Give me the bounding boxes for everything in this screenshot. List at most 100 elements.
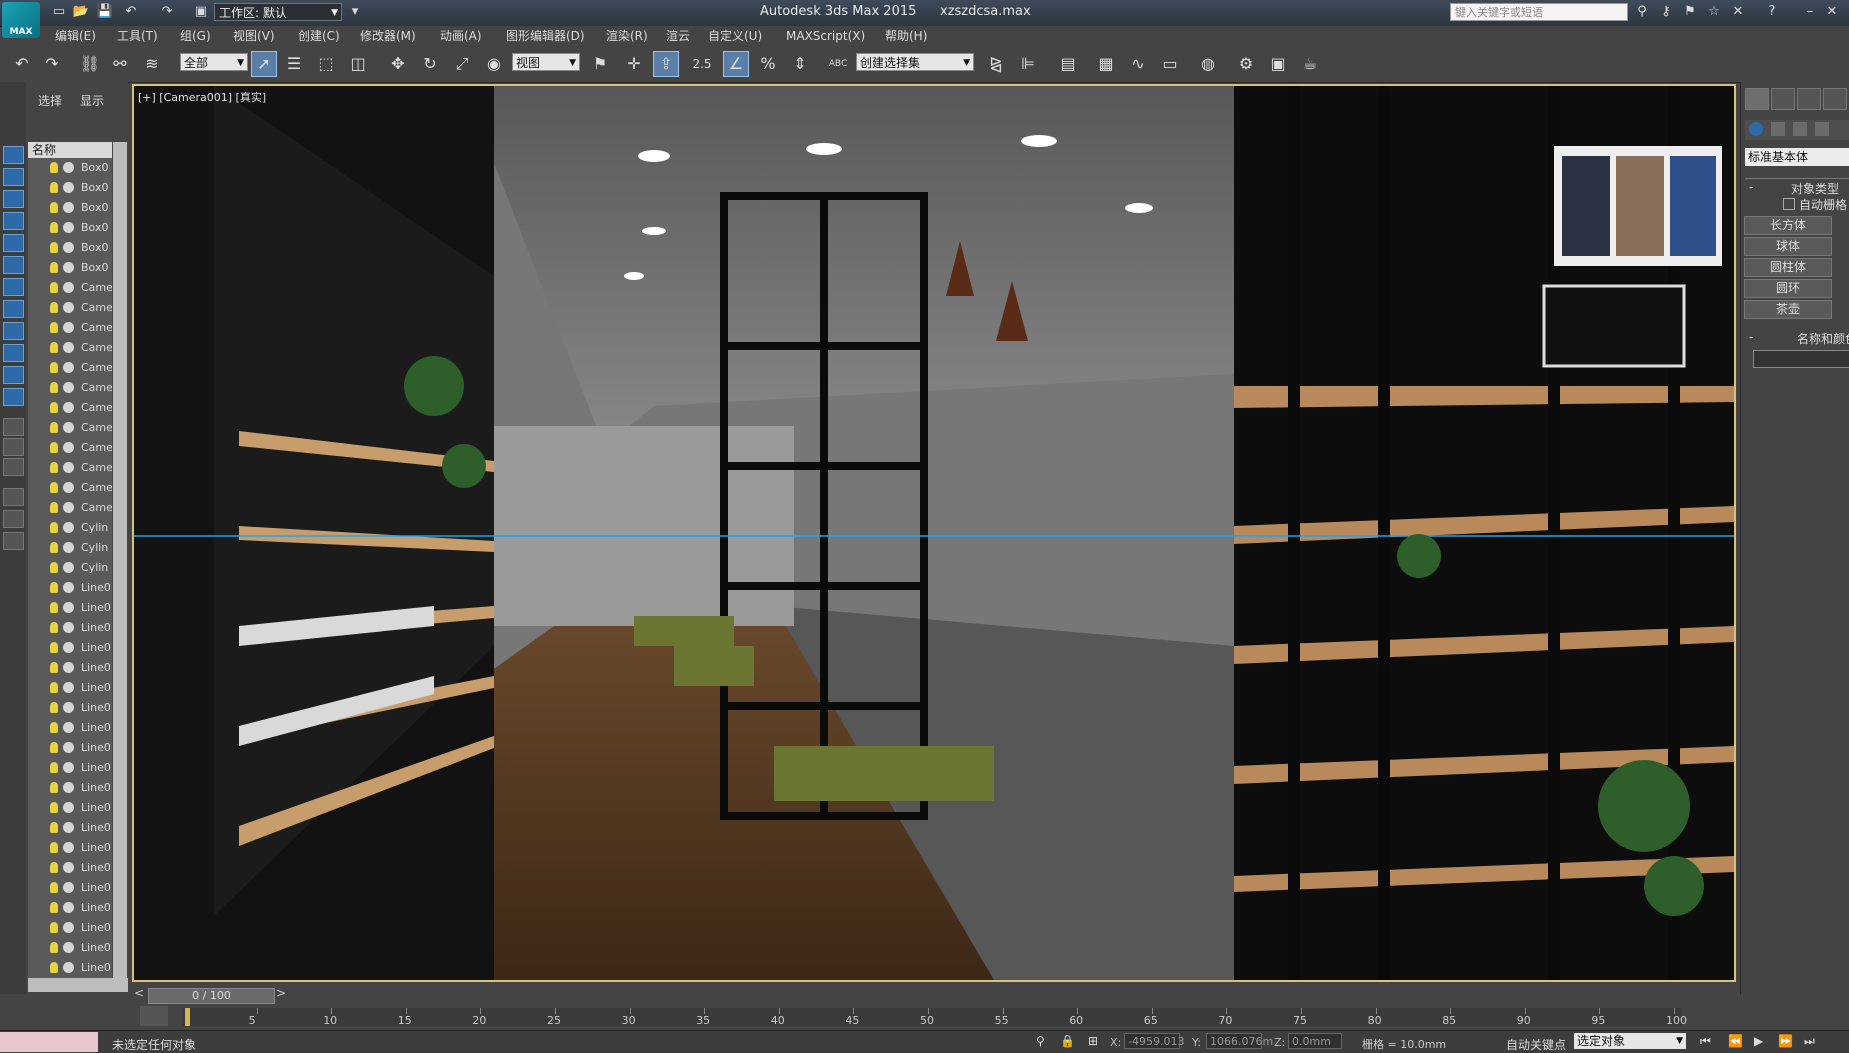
absolute-mode-icon[interactable]: ⊞ (1088, 1034, 1098, 1048)
category-dropdown[interactable]: 标准基本体 (1745, 148, 1849, 166)
tab-display[interactable]: 显示 (80, 92, 104, 109)
lightbulb-icon[interactable] (50, 822, 58, 833)
list-item[interactable]: Box0 (28, 258, 112, 278)
list-item[interactable]: Box0 (28, 178, 112, 198)
find-icon[interactable] (3, 510, 24, 528)
funnel-icon[interactable] (3, 488, 24, 506)
list-item[interactable]: Came (28, 318, 112, 338)
sphere-button[interactable]: 球体 (1744, 237, 1832, 256)
select-and-rotate-icon[interactable]: ↻ (418, 52, 442, 76)
lightbulb-icon[interactable] (50, 322, 58, 333)
mini-curve-editor-icon[interactable] (140, 1006, 168, 1026)
list-item[interactable]: Line0 (28, 638, 112, 658)
y-coordinate-field[interactable]: 1066.076m (1206, 1033, 1273, 1049)
angle-snap-icon[interactable]: ∠ (723, 51, 749, 77)
minimize-icon[interactable]: – (1800, 3, 1820, 21)
lightbulb-icon[interactable] (50, 442, 58, 453)
filter-helpers-icon[interactable] (3, 234, 24, 252)
rollout-collapse-icon[interactable]: - (1749, 180, 1753, 194)
play-icon[interactable]: ▶ (1754, 1034, 1763, 1048)
torus-button[interactable]: 圆环 (1744, 279, 1832, 298)
menu-group[interactable]: 组(G) (180, 26, 211, 46)
x-coordinate-field[interactable]: -4959.013 (1124, 1033, 1184, 1049)
box-button[interactable]: 长方体 (1744, 216, 1832, 235)
select-and-move-icon[interactable]: ✥ (386, 52, 410, 76)
time-slider[interactable]: 0 / 100 (148, 988, 275, 1004)
list-item[interactable]: Line0 (28, 738, 112, 758)
app-logo-button[interactable]: MAX (2, 2, 40, 38)
cameras-icon[interactable] (1815, 122, 1829, 136)
options-icon[interactable] (3, 532, 24, 550)
menu-modifiers[interactable]: 修改器(M) (360, 26, 416, 46)
list-item[interactable]: Line0 (28, 878, 112, 898)
list-item[interactable]: Line0 (28, 938, 112, 958)
list-item[interactable]: Came (28, 378, 112, 398)
list-item[interactable]: Box0 (28, 238, 112, 258)
menu-create[interactable]: 创建(C) (298, 26, 340, 46)
rendered-frame-window-icon[interactable]: ▣ (1266, 52, 1290, 76)
list-item[interactable]: Came (28, 458, 112, 478)
shapes-icon[interactable] (1771, 122, 1785, 136)
material-editor-icon[interactable]: ◍ (1196, 52, 1220, 76)
favorites-star-icon[interactable]: ☆ (1704, 3, 1724, 21)
align-icon[interactable]: ⊫ (1016, 52, 1040, 76)
isolate-icon[interactable]: ⚲ (1036, 1034, 1045, 1048)
pivot-center-icon[interactable]: ⚑ (588, 52, 612, 76)
geometry-icon[interactable] (1749, 122, 1763, 136)
list-horizontal-scrollbar[interactable] (28, 978, 128, 992)
auto-key-button[interactable]: 自动关键点 (1506, 1036, 1566, 1053)
list-item[interactable]: Line0 (28, 858, 112, 878)
selection-lock-icon[interactable]: 🔒 (1060, 1034, 1075, 1048)
viewport-label[interactable]: [+] [Camera001] [真实] (138, 89, 266, 105)
select-none-icon[interactable] (3, 438, 24, 456)
motion-tab-icon[interactable] (1823, 88, 1847, 110)
object-name-field[interactable] (1753, 350, 1849, 368)
snaps-toggle-icon[interactable]: 2.5 (690, 52, 714, 76)
object-list[interactable]: Box0 Box0 Box0 Box0 Box0 Box0 Came Came Came Came… (28, 158, 112, 988)
list-item[interactable]: Came (28, 358, 112, 378)
select-and-link-icon[interactable]: ⛓ (78, 52, 102, 76)
selection-region-icon[interactable]: ⬚ (314, 52, 338, 76)
filter-lights-icon[interactable] (3, 190, 24, 208)
list-item[interactable]: Line0 (28, 658, 112, 678)
cylinder-button[interactable]: 圆柱体 (1744, 258, 1832, 277)
selection-filter-dropdown[interactable]: 全部 ▼ (180, 53, 248, 71)
list-item[interactable]: Line0 (28, 718, 112, 738)
scene-explorer-icon[interactable]: ▦ (1094, 52, 1118, 76)
select-invert-icon[interactable] (3, 458, 24, 476)
z-coordinate-field[interactable]: 0.0mm (1288, 1033, 1342, 1049)
lightbulb-icon[interactable] (50, 462, 58, 473)
list-item[interactable]: Line0 (28, 838, 112, 858)
lightbulb-icon[interactable] (50, 902, 58, 913)
close-icon[interactable]: ✕ (1822, 3, 1842, 21)
list-vertical-scrollbar[interactable] (113, 142, 127, 988)
lightbulb-icon[interactable] (50, 282, 58, 293)
new-file-icon[interactable]: ▭ (50, 3, 68, 21)
list-item[interactable]: Line0 (28, 798, 112, 818)
filter-hidden-icon[interactable] (3, 388, 24, 406)
list-item[interactable]: Came (28, 438, 112, 458)
key-filter-dropdown[interactable]: 选定对象 ▼ (1574, 1033, 1686, 1049)
filter-groups-icon[interactable] (3, 278, 24, 296)
go-to-start-icon[interactable]: ⏮ (1700, 1034, 1711, 1049)
lightbulb-icon[interactable] (50, 562, 58, 573)
lightbulb-icon[interactable] (50, 182, 58, 193)
create-tab-icon[interactable] (1745, 88, 1769, 110)
lightbulb-icon[interactable] (50, 862, 58, 873)
list-item[interactable]: Cylin (28, 538, 112, 558)
maxscript-listener-mini[interactable] (0, 1032, 98, 1052)
lightbulb-icon[interactable] (50, 722, 58, 733)
time-slider-prev-icon[interactable]: < (134, 986, 144, 1000)
list-item[interactable]: Box0 (28, 198, 112, 218)
lightbulb-icon[interactable] (50, 642, 58, 653)
teapot-button[interactable]: 茶壶 (1744, 300, 1832, 319)
lightbulb-icon[interactable] (50, 662, 58, 673)
lightbulb-icon[interactable] (50, 382, 58, 393)
lightbulb-icon[interactable] (50, 162, 58, 173)
next-frame-icon[interactable]: ⏩ (1778, 1034, 1793, 1048)
list-item[interactable]: Box0 (28, 218, 112, 238)
redo-icon[interactable]: ↷ (158, 3, 176, 21)
list-item[interactable]: Line0 (28, 598, 112, 618)
timeline-track[interactable]: 5 10 15 20 25 30 35 40 45 50 55 60 65 70 75 80 85 90 95 100 (182, 1008, 1687, 1027)
reference-coordinate-dropdown[interactable]: 视图 ▼ (512, 53, 580, 71)
